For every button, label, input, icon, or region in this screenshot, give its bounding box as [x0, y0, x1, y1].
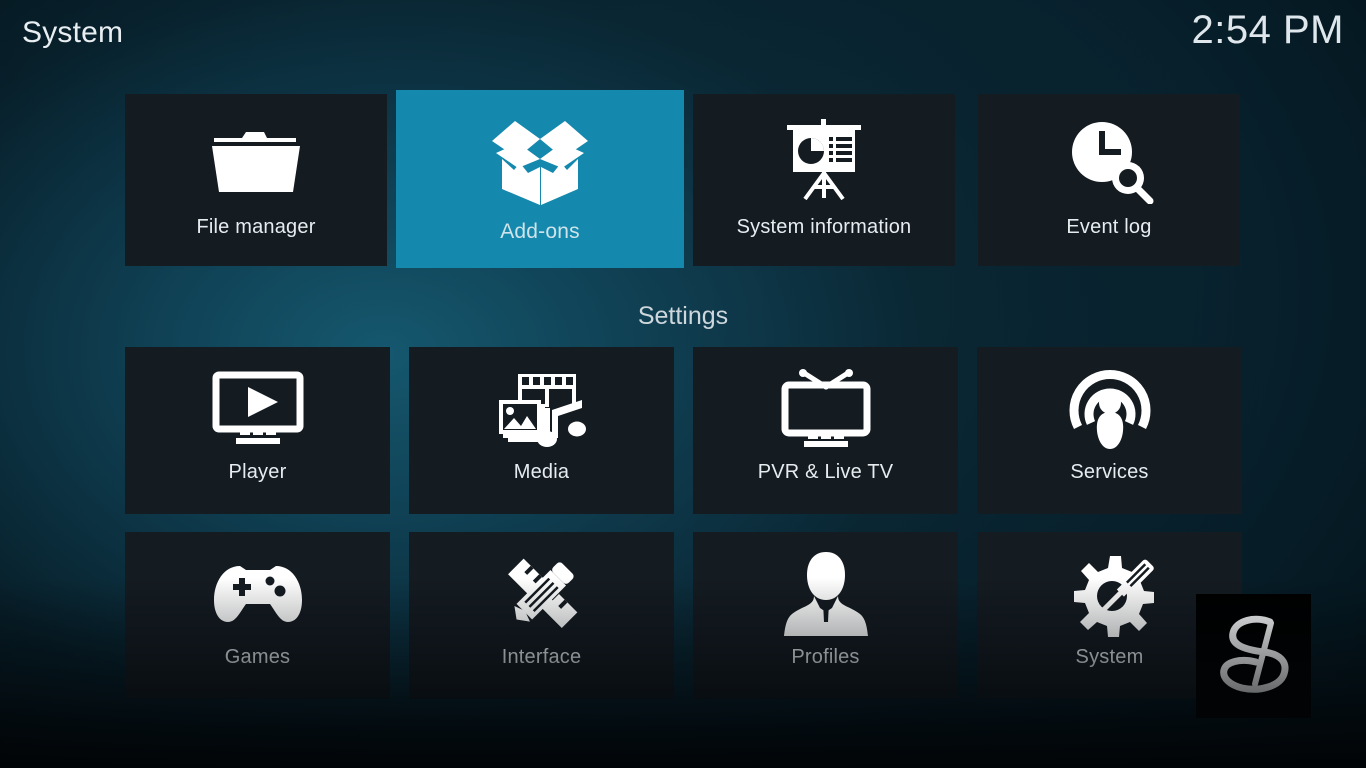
tile-label: Profiles — [791, 646, 860, 668]
media-collage-icon — [494, 357, 590, 461]
tile-games[interactable]: Games — [125, 532, 390, 699]
presentation-icon — [781, 106, 867, 214]
tile-label: Games — [224, 646, 291, 668]
tile-label: File manager — [196, 216, 316, 238]
pencil-ruler-icon — [498, 542, 586, 646]
tile-label: System information — [736, 216, 912, 238]
tile-file-manager[interactable]: File manager — [125, 94, 387, 266]
stylized-s-logo — [1219, 615, 1288, 693]
settings-section-label: Settings — [637, 302, 729, 330]
tile-label: Player — [228, 461, 287, 483]
settings-tile-grid: Player Media PVR & Live TV Services Game… — [0, 347, 1366, 702]
tile-pvr-live-tv[interactable]: PVR & Live TV — [693, 347, 958, 514]
tv-antenna-icon — [778, 357, 874, 461]
tile-interface[interactable]: Interface — [409, 532, 674, 699]
tile-add-ons[interactable]: Add-ons — [396, 90, 684, 268]
page-title: System — [22, 16, 124, 49]
person-bust-icon — [783, 542, 868, 646]
monitor-play-icon — [210, 357, 306, 461]
tile-label: PVR & Live TV — [757, 461, 894, 483]
tile-label: Services — [1070, 461, 1149, 483]
gear-screwdriver-icon — [1066, 542, 1154, 646]
folder-icon — [208, 106, 304, 214]
tile-label: Add-ons — [500, 220, 580, 243]
tile-media[interactable]: Media — [409, 347, 674, 514]
clock-search-icon — [1064, 106, 1154, 214]
broadcast-icon — [1066, 357, 1154, 461]
tile-label: Event log — [1066, 216, 1152, 238]
tile-label: Media — [513, 461, 570, 483]
tile-system-information[interactable]: System information — [693, 94, 955, 266]
tile-event-log[interactable]: Event log — [978, 94, 1240, 266]
gamepad-icon — [210, 542, 306, 646]
tile-services[interactable]: Services — [977, 347, 1242, 514]
clock: 2:54 PM — [1191, 8, 1344, 52]
tile-player[interactable]: Player — [125, 347, 390, 514]
top-tile-row: File manager Add-ons System information … — [0, 90, 1366, 270]
watermark-logo — [1196, 594, 1311, 718]
tile-profiles[interactable]: Profiles — [693, 532, 958, 699]
tile-label: Interface — [501, 646, 582, 668]
open-box-icon — [488, 106, 592, 218]
kodi-system-screen: System 2:54 PM File manager Add-ons Syst… — [0, 0, 1366, 768]
